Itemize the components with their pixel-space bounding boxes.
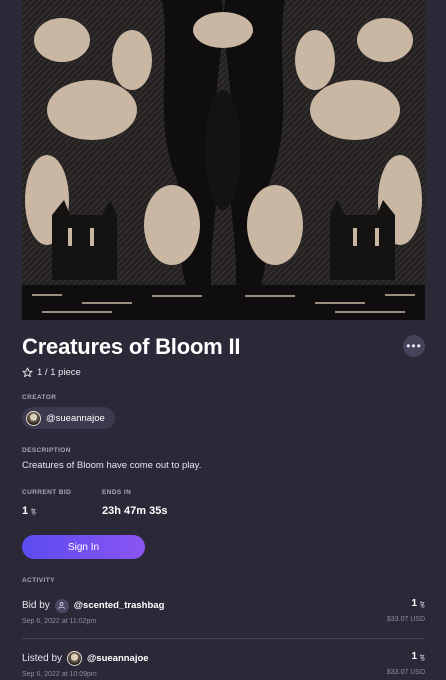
current-bid-amount: 1 [22, 505, 29, 517]
activity-action: Bid by [22, 600, 50, 611]
tez-icon: ꜩ [420, 600, 425, 608]
creator-handle: @sueannajoe [46, 412, 105, 424]
activity-user-link[interactable]: @sueannajoe [87, 653, 149, 664]
artwork-title: Creatures of Bloom II [22, 334, 241, 359]
creator-chip[interactable]: @sueannajoe [22, 407, 115, 429]
artwork-illustration [22, 0, 425, 320]
activity-date: Sep 6, 2022 at 10:09pm [22, 671, 97, 678]
activity-amount-value: 1 [411, 651, 418, 662]
artwork-image[interactable] [22, 0, 425, 320]
activity-divider [22, 638, 425, 639]
description-label: DESCRIPTION [22, 447, 71, 454]
activity-amount: 1 ꜩ [411, 651, 425, 662]
current-bid-value: 1 ꜩ [22, 505, 36, 517]
activity-item: Bid by @scented_trashbag Sep 6, 2022 at … [22, 598, 425, 625]
more-options-button[interactable]: ••• [403, 335, 425, 357]
edition-text: 1 / 1 piece [37, 366, 81, 378]
star-outline-icon [22, 366, 33, 377]
edition-info: 1 / 1 piece [22, 365, 81, 379]
activity-date: Sep 6, 2022 at 11:02pm [22, 618, 97, 625]
tez-icon: ꜩ [420, 653, 425, 661]
activity-user-link[interactable]: @scented_trashbag [74, 600, 165, 611]
activity-usd: $33.07 USD [386, 616, 425, 623]
ends-in-label: ENDS IN [102, 489, 132, 496]
activity-usd: $33.07 USD [386, 669, 425, 676]
user-icon [54, 598, 69, 613]
activity-amount: 1 ꜩ [411, 598, 425, 609]
activity-item: Listed by @sueannajoe Sep 6, 2022 at 10:… [22, 651, 425, 678]
more-options-label: ••• [406, 339, 422, 353]
activity-label: ACTIVITY [22, 577, 55, 584]
creator-avatar [26, 410, 41, 426]
activity-action: Listed by [22, 653, 63, 664]
sign-in-button[interactable]: Sign In [22, 535, 145, 559]
activity-amount-value: 1 [411, 598, 418, 609]
creator-avatar [67, 651, 83, 666]
countdown-timer: 23h 47m 35s [102, 505, 168, 517]
tez-icon: ꜩ [31, 508, 37, 515]
creator-label: CREATOR [22, 394, 57, 401]
current-bid-label: CURRENT BID [22, 489, 72, 496]
description-text: Creatures of Bloom have come out to play… [22, 460, 202, 471]
activity-main-line: Listed by @sueannajoe [22, 651, 425, 666]
activity-main-line: Bid by @scented_trashbag [22, 598, 425, 613]
